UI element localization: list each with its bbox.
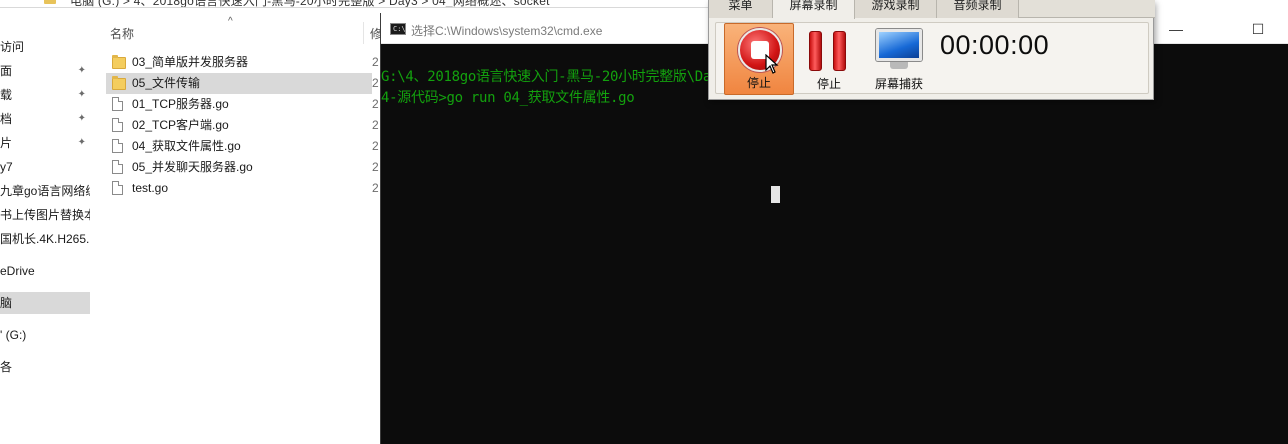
- window-title: 选择C:\Windows\system32\cmd.exe: [411, 24, 603, 38]
- nav-item-desktop[interactable]: 面 ✦: [0, 60, 90, 82]
- stop-record-button[interactable]: 停止: [724, 23, 794, 95]
- file-name: 05_文件传输: [132, 76, 201, 90]
- nav-item-captain[interactable]: 国机长.4K.H265.: [0, 228, 90, 250]
- sort-arrow-icon: ^: [228, 16, 233, 27]
- monitor-screen: [876, 29, 922, 61]
- nav-item-this-pc[interactable]: 脑: [0, 292, 90, 314]
- file-icon: [112, 97, 123, 111]
- stop-record-label: 停止: [746, 76, 771, 90]
- column-header: ^ 名称 修: [96, 16, 386, 44]
- nav-item-label: 访问: [0, 40, 25, 54]
- column-name-header[interactable]: 名称: [110, 25, 134, 42]
- file-name: test.go: [132, 181, 169, 195]
- nav-item-label: 九章go语言网络编: [0, 184, 90, 198]
- pin-icon: ✦: [77, 65, 86, 76]
- monitor-stand: [890, 62, 908, 69]
- nav-item-drive-g[interactable]: ' (G:): [0, 324, 90, 346]
- monitor-icon: [876, 29, 922, 71]
- screen-capture-button[interactable]: 屏幕捕获: [864, 23, 934, 95]
- list-item[interactable]: test.go: [106, 178, 372, 199]
- nav-item-label: ' (G:): [0, 328, 27, 342]
- nav-item-label: 载: [0, 88, 13, 102]
- folder-icon: [112, 76, 126, 90]
- nav-item-label: 片: [0, 136, 13, 150]
- file-name: 04_获取文件属性.go: [132, 139, 241, 153]
- pause-record-button[interactable]: 停止: [794, 23, 864, 95]
- file-date: 2: [372, 97, 379, 111]
- mouse-pointer-icon: [765, 54, 779, 74]
- file-date: 2: [372, 118, 379, 132]
- tab-screen-record[interactable]: 屏幕录制: [773, 0, 855, 19]
- nav-item-label: 档: [0, 112, 13, 126]
- list-item[interactable]: 05_并发聊天服务器.go: [106, 157, 372, 178]
- nav-item-label: 书上传图片替换本: [0, 208, 90, 222]
- file-icon: [112, 118, 123, 132]
- tab-audio-record[interactable]: 音频录制: [937, 0, 1019, 18]
- maximize-button[interactable]: ☐: [1243, 19, 1273, 39]
- nav-item-label: y7: [0, 160, 13, 174]
- pause-icon: [809, 31, 849, 71]
- file-date: 2: [372, 76, 379, 90]
- list-item[interactable]: 03_简单版并发服务器: [106, 52, 372, 73]
- file-date: 2: [372, 181, 379, 195]
- nav-item-quick-access[interactable]: 访问: [0, 36, 90, 58]
- pin-icon: ✦: [77, 137, 86, 148]
- recording-timer: 00:00:00: [940, 30, 1050, 60]
- tab-game-record[interactable]: 游戏录制: [855, 0, 937, 18]
- nav-item-label: eDrive: [0, 264, 35, 278]
- address-bar[interactable]: 电脑 (G:) > 4、2018go语言快速入门-黑马-20小时完整版 > Da…: [0, 0, 760, 8]
- breadcrumb[interactable]: 电脑 (G:) > 4、2018go语言快速入门-黑马-20小时完整版 > Da…: [70, 0, 550, 7]
- file-date: 2: [372, 139, 379, 153]
- nav-item-label: 脑: [0, 296, 13, 310]
- file-name: 05_并发聊天服务器.go: [132, 160, 253, 174]
- terminal-output[interactable]: G:\4、2018go语言快速入门-黑马-20小时完整版\Day3\04_网络概…: [381, 44, 1288, 444]
- file-icon: [112, 160, 123, 174]
- nav-item-documents[interactable]: 档 ✦: [0, 108, 90, 130]
- recorder-controls: 停止 停止 屏幕捕获 00:00:00: [715, 22, 1149, 95]
- terminal-icon: C:\: [390, 23, 406, 35]
- tab-menu[interactable]: 菜单: [709, 0, 773, 18]
- list-item[interactable]: 02_TCP客户端.go: [106, 115, 372, 136]
- navigation-pane: 访问 面 ✦ 载 ✦ 档 ✦ 片 ✦ y7 九章go语言网络编 书上传图片替换本 国机长…: [0, 10, 90, 444]
- file-date: 2: [372, 160, 379, 174]
- screen-capture-label: 屏幕捕获: [874, 77, 923, 91]
- nav-item-label: 面: [0, 64, 13, 78]
- text-cursor: [771, 186, 780, 203]
- list-item[interactable]: 05_文件传输: [106, 73, 372, 94]
- file-name: 01_TCP服务器.go: [132, 97, 229, 111]
- nav-item-day7[interactable]: y7: [0, 156, 90, 178]
- pause-bar: [809, 31, 822, 71]
- nav-item-label: 各: [0, 360, 13, 374]
- column-divider[interactable]: [363, 22, 364, 44]
- nav-item-downloads[interactable]: 载 ✦: [0, 84, 90, 106]
- file-icon: [112, 139, 123, 153]
- pause-bar: [833, 31, 846, 71]
- file-name: 03_简单版并发服务器: [132, 55, 249, 69]
- list-item[interactable]: 01_TCP服务器.go: [106, 94, 372, 115]
- file-icon: [112, 181, 123, 195]
- file-name: 02_TCP客户端.go: [132, 118, 229, 132]
- file-list: ^ 名称 修 03_简单版并发服务器 05_文件传输 01_TCP服务器.go …: [96, 10, 386, 444]
- file-date: 2: [372, 55, 379, 69]
- pin-icon: ✦: [77, 113, 86, 124]
- list-item[interactable]: 04_获取文件属性.go: [106, 136, 372, 157]
- folder-icon: [112, 55, 126, 69]
- nav-item-onedrive[interactable]: eDrive: [0, 260, 90, 282]
- nav-item-network[interactable]: 各: [0, 356, 90, 378]
- nav-item-label: 国机长.4K.H265.: [0, 232, 90, 246]
- terminal-line: 4-源代码>go run 04_获取文件属性.go: [381, 90, 635, 106]
- recorder-tab-bar: 菜单 屏幕录制 游戏录制 音频录制: [709, 0, 1155, 19]
- minimize-button[interactable]: —: [1161, 19, 1191, 39]
- screen-recorder-toolbar[interactable]: 菜单 屏幕录制 游戏录制 音频录制 停止 停止 屏幕捕获 00:00:00: [708, 0, 1155, 100]
- pin-icon: ✦: [77, 89, 86, 100]
- nav-item-chapter9[interactable]: 九章go语言网络编: [0, 180, 90, 202]
- nav-item-pictures[interactable]: 片 ✦: [0, 132, 90, 154]
- folder-icon: [44, 0, 56, 4]
- pause-record-label: 停止: [816, 77, 841, 91]
- nav-item-upload-images[interactable]: 书上传图片替换本: [0, 204, 90, 226]
